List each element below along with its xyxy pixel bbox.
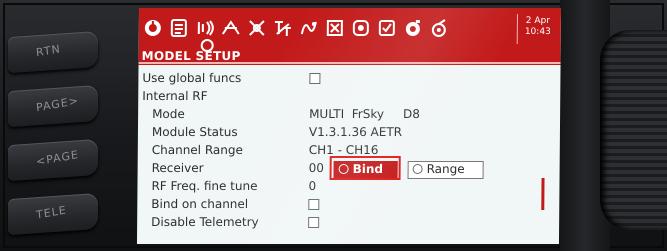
module-status-label: Module Status [151,125,238,139]
rf-freq-label: RF Freq. fine tune [151,179,258,193]
title-underline [138,62,561,64]
rf-freq-row[interactable]: RF Freq. fine tune 0 [137,177,559,195]
receiver-label: Receiver [151,161,204,175]
radio-dot-icon [412,164,423,174]
bind-on-channel-row[interactable]: Bind on channel [137,195,559,213]
scrollbar[interactable] [541,178,545,210]
tele-key-label: TELE [35,203,68,222]
disable-telemetry-row[interactable]: Disable Telemetry [137,213,559,231]
model-list-icon[interactable] [169,17,189,39]
receiver-number[interactable]: 00 [309,159,324,177]
use-global-funcs-label: Use global funcs [142,71,242,85]
internal-rf-row: Internal RF [138,87,560,105]
time-text: 10:43 [524,27,551,37]
checklist-icon[interactable] [377,17,397,39]
timer-icon[interactable] [403,17,423,39]
rf-freq-value[interactable]: 0 [308,177,316,195]
page-next-key-label: PAGE> [35,94,80,115]
use-global-funcs-row[interactable]: Use global funcs [138,69,560,87]
scroll-wheel[interactable] [600,30,667,230]
bind-on-channel-checkbox[interactable] [308,199,320,210]
page-title-bar: MODEL SETUP [138,39,561,65]
use-global-funcs-checkbox[interactable] [309,73,321,84]
telemetry-icon[interactable] [351,17,371,39]
mode-label: Mode [152,107,185,121]
page-next-key[interactable]: PAGE> [8,84,98,128]
date-text: 2 Apr [525,16,551,26]
radio-home-icon[interactable] [143,17,163,39]
disable-telemetry-label: Disable Telemetry [151,215,259,229]
date-time-display: 2 Apr 10:43 [516,14,558,44]
menu-icons [143,13,449,43]
sound-icon[interactable] [429,17,449,39]
lcd-screen: 2 Apr 10:43 MODEL SETUP Use global funcs… [136,8,562,244]
internal-rf-label: Internal RF [142,89,208,103]
radio-photo: RTN PAGE> <PAGE TELE 2 Apr 10:43 MODEL S… [0,0,667,251]
special-functions-icon[interactable] [325,17,345,39]
page-title: MODEL SETUP [141,49,241,63]
module-status-value: V1.3.1.36 AETR [308,125,403,139]
page-prev-key[interactable]: <PAGE [8,138,98,182]
rtn-key[interactable]: RTN [8,30,98,74]
disable-telemetry-checkbox[interactable] [308,217,320,228]
range-button-label: Range [426,162,465,176]
tele-key[interactable]: TELE [8,192,98,236]
mode-row[interactable]: Mode MULTI FrSky D8 [138,105,560,123]
inputs-icon[interactable] [247,17,267,39]
curves-icon[interactable] [273,17,293,39]
mode-value[interactable]: MULTI FrSky D8 [309,105,420,123]
channel-range-label: Channel Range [151,143,243,157]
logical-switches-icon[interactable] [299,17,319,39]
page-prev-key-label: <PAGE [35,148,80,169]
module-status-row: Module Status V1.3.1.36 AETR [138,123,560,141]
rtn-key-label: RTN [35,42,62,60]
hardware-icon[interactable] [195,17,215,39]
mixes-icon[interactable] [221,17,241,39]
bind-on-channel-label: Bind on channel [151,197,249,211]
